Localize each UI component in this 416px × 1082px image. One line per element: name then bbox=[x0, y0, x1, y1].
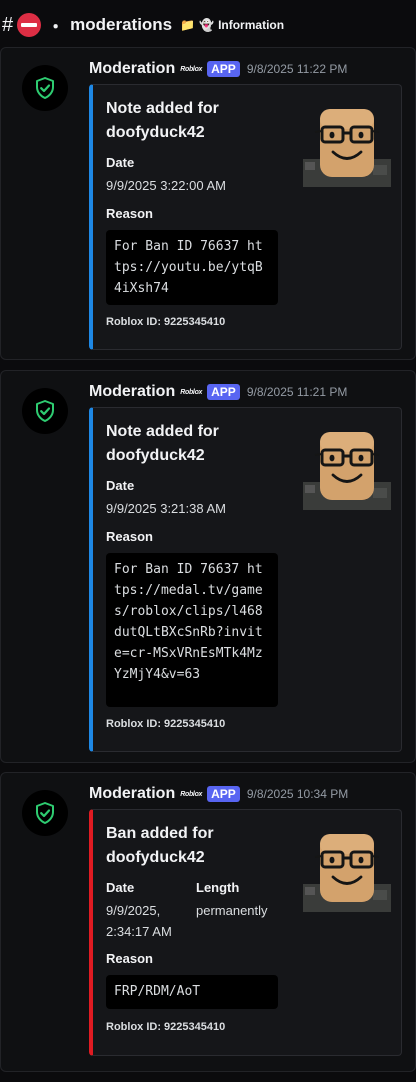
message: Moderation Roblox APP 9/8/2025 11:21 PM … bbox=[0, 370, 416, 763]
message: Moderation Roblox APP 9/8/2025 11:22 PM … bbox=[0, 47, 416, 360]
message-header: Moderation Roblox APP 9/8/2025 10:34 PM bbox=[89, 785, 348, 803]
embed-card: Note added for doofyduck42 Date 9/9/2025… bbox=[89, 84, 402, 350]
field-value-date: 9/9/2025 3:21:38 AM bbox=[106, 501, 226, 516]
roblox-badge-icon: Roblox bbox=[180, 790, 203, 798]
embed-title: Note added for doofyduck42 bbox=[106, 423, 219, 464]
embed-card: Note added for doofyduck42 Date 9/9/2025… bbox=[89, 407, 402, 752]
app-badge: APP bbox=[207, 786, 240, 802]
app-badge: APP bbox=[207, 384, 240, 400]
app-badge: APP bbox=[207, 61, 240, 77]
information-link[interactable]: Information bbox=[218, 18, 284, 32]
avatar[interactable] bbox=[22, 388, 68, 434]
author-name[interactable]: Moderation bbox=[89, 383, 175, 401]
embed-title: Note added for doofyduck42 bbox=[106, 100, 219, 141]
field-value-length: permanently bbox=[196, 903, 268, 918]
field-value-date: 9/9/2025, 2:34:17 AM bbox=[106, 903, 172, 939]
shield-check-icon bbox=[33, 399, 57, 423]
roblox-avatar-thumbnail[interactable] bbox=[303, 832, 391, 912]
timestamp: 9/8/2025 11:22 PM bbox=[246, 62, 348, 76]
embed-title: Ban added for doofyduck42 bbox=[106, 825, 214, 866]
embed-footer: Roblox ID: 9225345410 bbox=[106, 316, 226, 328]
field-label-length: Length bbox=[196, 880, 240, 895]
channel-header: # ・ moderations 📁 👻 Information bbox=[0, 0, 416, 50]
folder-icon: 📁 bbox=[180, 18, 196, 32]
avatar[interactable] bbox=[22, 65, 68, 111]
reason-code-block: For Ban ID 76637 https://medal.tv/games/… bbox=[106, 553, 278, 707]
roblox-avatar-thumbnail[interactable] bbox=[303, 107, 391, 187]
channel-name[interactable]: moderations bbox=[70, 15, 172, 35]
field-label-reason: Reason bbox=[106, 529, 153, 544]
no-entry-icon bbox=[17, 13, 42, 37]
roblox-badge-icon: Roblox bbox=[180, 65, 203, 73]
roblox-badge-icon: Roblox bbox=[180, 388, 203, 396]
author-name[interactable]: Moderation bbox=[89, 785, 175, 803]
author-name[interactable]: Moderation bbox=[89, 60, 175, 78]
shield-check-icon bbox=[33, 76, 57, 100]
avatar[interactable] bbox=[22, 790, 68, 836]
field-label-date: Date bbox=[106, 880, 135, 895]
field-value-date: 9/9/2025 3:22:00 AM bbox=[106, 178, 226, 193]
message-header: Moderation Roblox APP 9/8/2025 11:22 PM bbox=[89, 60, 347, 78]
embed-footer: Roblox ID: 9225345410 bbox=[106, 718, 226, 730]
field-label-reason: Reason bbox=[106, 206, 153, 221]
hash-icon: # bbox=[2, 13, 14, 36]
message: Moderation Roblox APP 9/8/2025 10:34 PM … bbox=[0, 772, 416, 1072]
message-header: Moderation Roblox APP 9/8/2025 11:21 PM bbox=[89, 383, 347, 401]
reason-code-block: FRP/RDM/AoT bbox=[106, 975, 278, 1009]
timestamp: 9/8/2025 11:21 PM bbox=[246, 385, 348, 399]
roblox-avatar-thumbnail[interactable] bbox=[303, 430, 391, 510]
field-label-date: Date bbox=[106, 478, 135, 493]
field-label-reason: Reason bbox=[106, 951, 153, 966]
separator: ・ bbox=[47, 17, 65, 37]
timestamp: 9/8/2025 10:34 PM bbox=[246, 787, 349, 801]
reason-code-block: For Ban ID 76637 https://youtu.be/ytqB4i… bbox=[106, 230, 278, 305]
embed-footer: Roblox ID: 9225345410 bbox=[106, 1021, 226, 1033]
ghost-icon: 👻 bbox=[199, 18, 215, 32]
shield-check-icon bbox=[33, 801, 57, 825]
embed-card: Ban added for doofyduck42 Date 9/9/2025,… bbox=[89, 809, 402, 1056]
field-label-date: Date bbox=[106, 155, 135, 170]
